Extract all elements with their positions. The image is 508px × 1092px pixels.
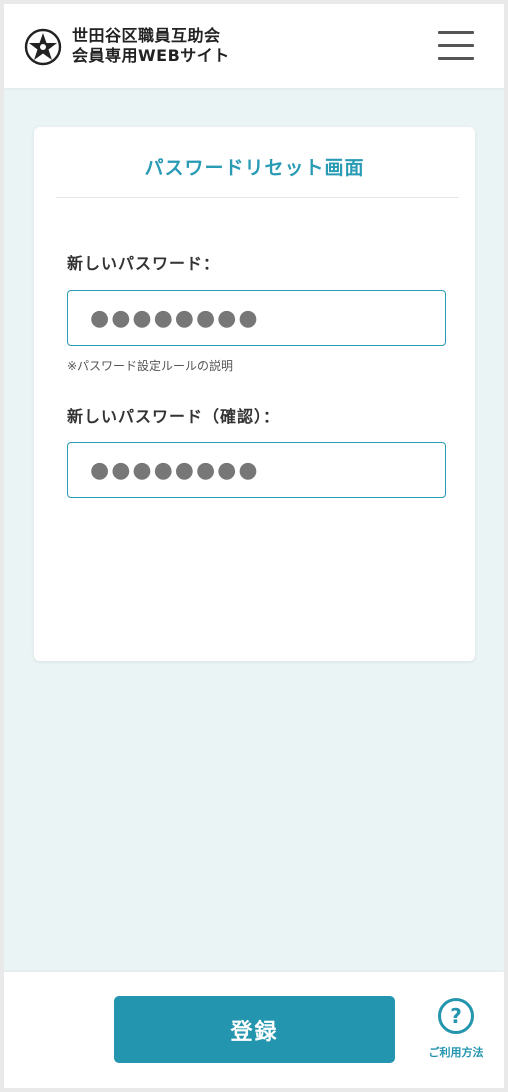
help-label: ご利用方法 bbox=[428, 1046, 484, 1059]
question-circle-icon: ? bbox=[438, 998, 474, 1034]
password-rule-hint[interactable]: ※パスワード設定ルールの説明 bbox=[67, 357, 233, 374]
page-title: パスワードリセット画面 bbox=[144, 157, 365, 179]
app-frame: 世田谷区職員互助会 会員専用WEBサイト パスワードリセット画面 新しいパスワー… bbox=[4, 4, 504, 1088]
brand-line-2: 会員専用WEBサイト bbox=[72, 46, 230, 65]
new-password-label: 新しいパスワード： bbox=[67, 254, 221, 273]
hamburger-menu-icon[interactable] bbox=[436, 28, 476, 64]
confirm-password-field[interactable]: ●●●●●●●● bbox=[67, 442, 446, 498]
confirm-password-label: 新しいパスワード（確認）： bbox=[67, 407, 281, 426]
star-emblem-icon bbox=[24, 28, 62, 66]
title-divider bbox=[56, 197, 459, 198]
bottom-action-bar: 登録 ? ご利用方法 bbox=[4, 972, 504, 1088]
site-brand: 世田谷区職員互助会 会員専用WEBサイト bbox=[72, 26, 230, 66]
submit-button[interactable]: 登録 bbox=[114, 996, 395, 1063]
site-header: 世田谷区職員互助会 会員専用WEBサイト bbox=[4, 4, 504, 88]
new-password-field[interactable]: ●●●●●●●● bbox=[67, 290, 446, 346]
brand-line-1: 世田谷区職員互助会 bbox=[72, 26, 221, 45]
password-reset-card: パスワードリセット画面 新しいパスワード： ●●●●●●●● ※パスワード設定ル… bbox=[34, 127, 475, 661]
help-button[interactable]: ? ご利用方法 bbox=[416, 998, 496, 1068]
